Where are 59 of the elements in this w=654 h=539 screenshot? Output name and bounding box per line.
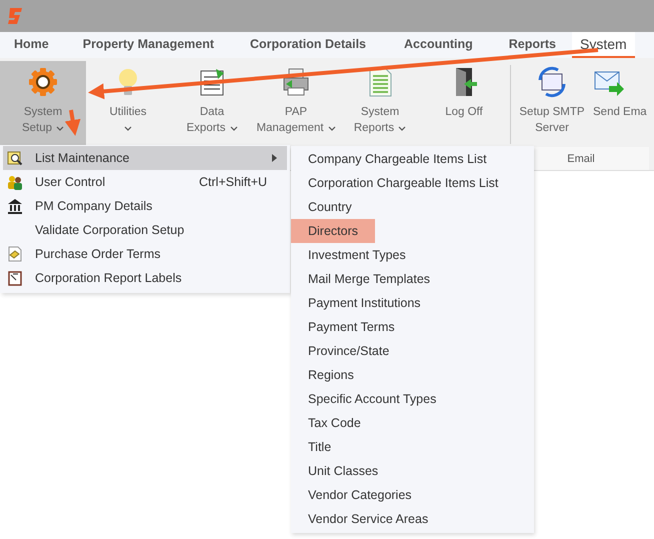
button-label: Server — [535, 121, 569, 136]
menu-item[interactable]: User Control Ctrl+Shift+U — [3, 170, 287, 194]
group-label: Email — [567, 152, 595, 164]
ribbon-tab[interactable]: Accounting — [390, 32, 483, 58]
ribbon-button[interactable]: Log Off — [422, 61, 506, 147]
ribbon-tab[interactable]: Reports — [494, 32, 566, 58]
submenu-item[interactable]: Regions — [291, 363, 371, 387]
ribbon-button[interactable]: Utilities — [86, 61, 170, 147]
button-label: Utilities — [109, 105, 147, 120]
submenu-item[interactable]: Vendor Service Areas — [291, 507, 446, 531]
gear-icon — [27, 66, 59, 98]
submenu-item[interactable]: Payment Terms — [291, 315, 412, 339]
ribbon-button[interactable]: Setup SMTP Server — [513, 61, 591, 147]
ribbon-button[interactable]: PAP Management — [254, 61, 338, 147]
button-label: System — [24, 105, 62, 120]
submenu-item[interactable]: Unit Classes — [291, 459, 396, 483]
button-label: System — [360, 105, 400, 120]
button-label: Send Ema — [593, 105, 647, 120]
button-label: Management — [256, 120, 336, 136]
submenu-item[interactable]: Corporation Chargeable Items List — [291, 171, 516, 195]
submenu-item[interactable]: Directors — [291, 219, 376, 243]
submenu-item[interactable]: Specific Account Types — [291, 387, 454, 411]
button-label: PAP — [284, 105, 308, 120]
menu-item[interactable]: List Maintenance — [3, 146, 287, 170]
submenu-item[interactable]: Title — [291, 435, 348, 459]
submenu-item[interactable]: Company Chargeable Items List — [291, 147, 504, 171]
sync-envelope-icon — [536, 66, 568, 98]
ribbon-tab[interactable]: Property Management — [68, 32, 224, 58]
ribbon-button[interactable]: Send Ema — [591, 61, 649, 147]
button-label: Reports — [354, 120, 406, 136]
shortcut-text: Ctrl+Shift+U — [199, 175, 268, 189]
note-icon — [7, 246, 23, 262]
menu-item[interactable]: Corporation Report Labels — [3, 266, 287, 290]
submenu-item[interactable]: Tax Code — [291, 411, 378, 435]
logo-icon — [7, 7, 23, 25]
button-label: Setup SMTP — [519, 105, 585, 120]
annotation-arrow — [64, 110, 81, 136]
submenu-item[interactable]: Investment Types — [291, 243, 423, 267]
users-icon — [7, 174, 23, 190]
submenu-item[interactable]: Payment Institutions — [291, 291, 438, 315]
button-label: Exports — [186, 120, 238, 136]
menu-item[interactable]: Validate Corporation Setup — [3, 218, 287, 242]
ribbon-tab[interactable]: Home — [0, 32, 63, 58]
menu-item[interactable]: PM Company Details — [3, 194, 287, 218]
magnifier-icon — [7, 150, 23, 166]
ribbon-button[interactable]: System Reports — [338, 61, 422, 147]
bank-icon — [7, 198, 23, 214]
submenu-item[interactable]: Mail Merge Templates — [291, 267, 448, 291]
menu-item[interactable]: Purchase Order Terms — [3, 242, 287, 266]
ribbon-button[interactable]: Data Exports — [170, 61, 254, 147]
button-label: Setup — [22, 120, 64, 136]
ribbon-tab[interactable]: Corporation Details — [236, 32, 376, 58]
submenu-item[interactable]: Country — [291, 195, 369, 219]
ribbon-tab[interactable]: System — [572, 32, 635, 58]
submenu-item[interactable]: Vendor Categories — [291, 483, 429, 507]
button-label: Data — [200, 105, 224, 120]
button-label: Log Off — [445, 105, 483, 120]
clipboard-icon — [7, 270, 23, 286]
submenu-item[interactable]: Province/State — [291, 339, 406, 363]
